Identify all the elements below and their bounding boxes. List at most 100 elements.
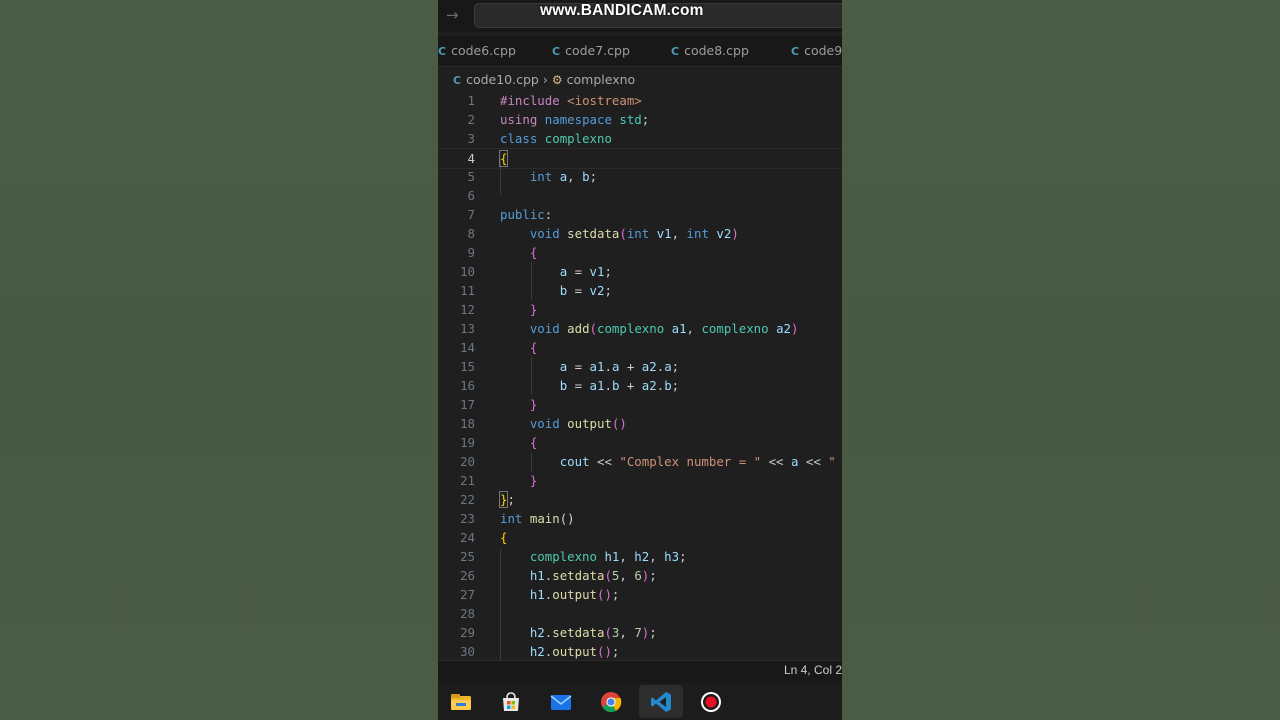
code-line: 21 }	[438, 471, 842, 490]
breadcrumb: Ccode10.cpp › ⚙ complexno	[438, 69, 842, 91]
status-bar: Ln 4, Col 2	[438, 660, 842, 683]
code-line-current: 4{	[438, 148, 842, 170]
taskbar-vscode[interactable]	[639, 685, 683, 718]
tab-code8[interactable]: Ccode8.cpp	[671, 36, 749, 66]
line-number: 13	[460, 321, 475, 336]
code-line: 15 a = a1.a + a2.a;	[438, 357, 842, 376]
code-line: 29 h2.setdata(3, 7);	[438, 623, 842, 642]
line-number: 6	[467, 188, 475, 203]
line-number: 21	[460, 473, 475, 488]
code-line: 11 b = v2;	[438, 281, 842, 300]
code-line: 7 public:	[438, 205, 842, 224]
line-number: 22	[460, 492, 475, 507]
vscode-window: → www.BANDICAM.com Ccode6.cpp Ccode7.cpp…	[438, 0, 842, 720]
code-line: 8 void setdata(int v1, int v2)	[438, 224, 842, 243]
tab-label: code8.cpp	[684, 43, 749, 58]
mail-icon	[550, 695, 572, 710]
line-number: 1	[467, 93, 475, 108]
forward-arrow-icon[interactable]: →	[446, 6, 459, 24]
code-line: 22};	[438, 490, 842, 509]
tab-code9[interactable]: Ccode9	[791, 36, 842, 66]
line-number: 28	[460, 606, 475, 621]
code-line: 25 complexno h1, h2, h3;	[438, 547, 842, 566]
vscode-icon	[651, 692, 671, 712]
code-line: 23 int main()	[438, 509, 842, 528]
line-number: 29	[460, 625, 475, 640]
code-line: 30 h2.output();	[438, 642, 842, 660]
chevron-right-icon: ›	[542, 72, 548, 87]
taskbar-file-explorer[interactable]	[439, 685, 483, 718]
editor-tabs: Ccode6.cpp Ccode7.cpp Ccode8.cpp Ccode9	[438, 36, 842, 67]
code-line: 14 {	[438, 338, 842, 357]
breadcrumb-symbol[interactable]: complexno	[567, 72, 636, 87]
tab-label: code6.cpp	[451, 43, 516, 58]
code-line: 12 }	[438, 300, 842, 319]
record-icon	[701, 692, 721, 712]
tab-code6[interactable]: Ccode6.cpp	[438, 36, 516, 66]
code-line: 20 cout << "Complex number = " << a << "	[438, 452, 842, 471]
code-line: 19 {	[438, 433, 842, 452]
tab-label: code7.cpp	[565, 43, 630, 58]
line-number: 18	[460, 416, 475, 431]
chrome-icon	[601, 692, 622, 713]
line-number: 4	[467, 151, 475, 166]
background-right	[842, 0, 1280, 720]
taskbar	[438, 683, 842, 720]
line-number: 11	[460, 283, 475, 298]
code-line: 6	[438, 186, 842, 205]
title-bar: → www.BANDICAM.com	[438, 0, 842, 32]
tab-code7[interactable]: Ccode7.cpp	[552, 36, 630, 66]
cpp-file-icon: C	[791, 45, 800, 58]
tab-label: code9	[804, 43, 842, 58]
code-line: 27 h1.output();	[438, 585, 842, 604]
background-left	[0, 0, 438, 720]
taskbar-mail[interactable]	[539, 685, 583, 718]
code-line: 18 void output()	[438, 414, 842, 433]
line-number: 26	[460, 568, 475, 583]
code-line: 13 void add(complexno a1, complexno a2)	[438, 319, 842, 338]
line-number: 19	[460, 435, 475, 450]
code-line: 16 b = a1.b + a2.b;	[438, 376, 842, 395]
code-line: 26 h1.setdata(5, 6);	[438, 566, 842, 585]
line-number: 24	[460, 530, 475, 545]
line-number: 7	[467, 207, 475, 222]
line-number: 15	[460, 359, 475, 374]
code-line: 5 int a, b;	[438, 167, 842, 186]
line-number: 3	[467, 131, 475, 146]
line-number: 23	[460, 511, 475, 526]
line-number: 27	[460, 587, 475, 602]
code-line: 24{	[438, 528, 842, 547]
cpp-file-icon: C	[438, 45, 447, 58]
line-number: 2	[467, 112, 475, 127]
line-number: 8	[467, 226, 475, 241]
taskbar-recorder[interactable]	[689, 685, 733, 718]
line-number: 5	[467, 169, 475, 184]
cpp-file-icon: C	[671, 45, 680, 58]
microsoft-store-icon	[503, 692, 519, 711]
line-number: 16	[460, 378, 475, 393]
code-line: 1 #include <iostream>	[438, 91, 842, 110]
file-explorer-icon	[451, 694, 471, 710]
code-line: 2 using namespace std;	[438, 110, 842, 129]
line-number: 17	[460, 397, 475, 412]
cpp-file-icon: C	[453, 74, 462, 87]
recording-watermark: www.BANDICAM.com	[540, 2, 704, 19]
line-number: 20	[460, 454, 475, 469]
code-line: 17 }	[438, 395, 842, 414]
code-line: 10 a = v1;	[438, 262, 842, 281]
line-number: 12	[460, 302, 475, 317]
cursor-position[interactable]: Ln 4, Col 2	[784, 663, 842, 677]
line-number: 10	[460, 264, 475, 279]
line-number: 25	[460, 549, 475, 564]
line-number: 30	[460, 644, 475, 659]
taskbar-microsoft-store[interactable]	[489, 685, 533, 718]
breadcrumb-file[interactable]: code10.cpp	[466, 72, 539, 87]
taskbar-chrome[interactable]	[589, 685, 633, 718]
class-symbol-icon: ⚙	[551, 73, 563, 87]
cpp-file-icon: C	[552, 45, 561, 58]
code-line: 9 {	[438, 243, 842, 262]
code-line: 3 class complexno	[438, 129, 842, 148]
code-line: 28	[438, 604, 842, 623]
code-editor[interactable]: 1 #include <iostream> 2 using namespace st…	[438, 90, 842, 660]
line-number: 9	[467, 245, 475, 260]
